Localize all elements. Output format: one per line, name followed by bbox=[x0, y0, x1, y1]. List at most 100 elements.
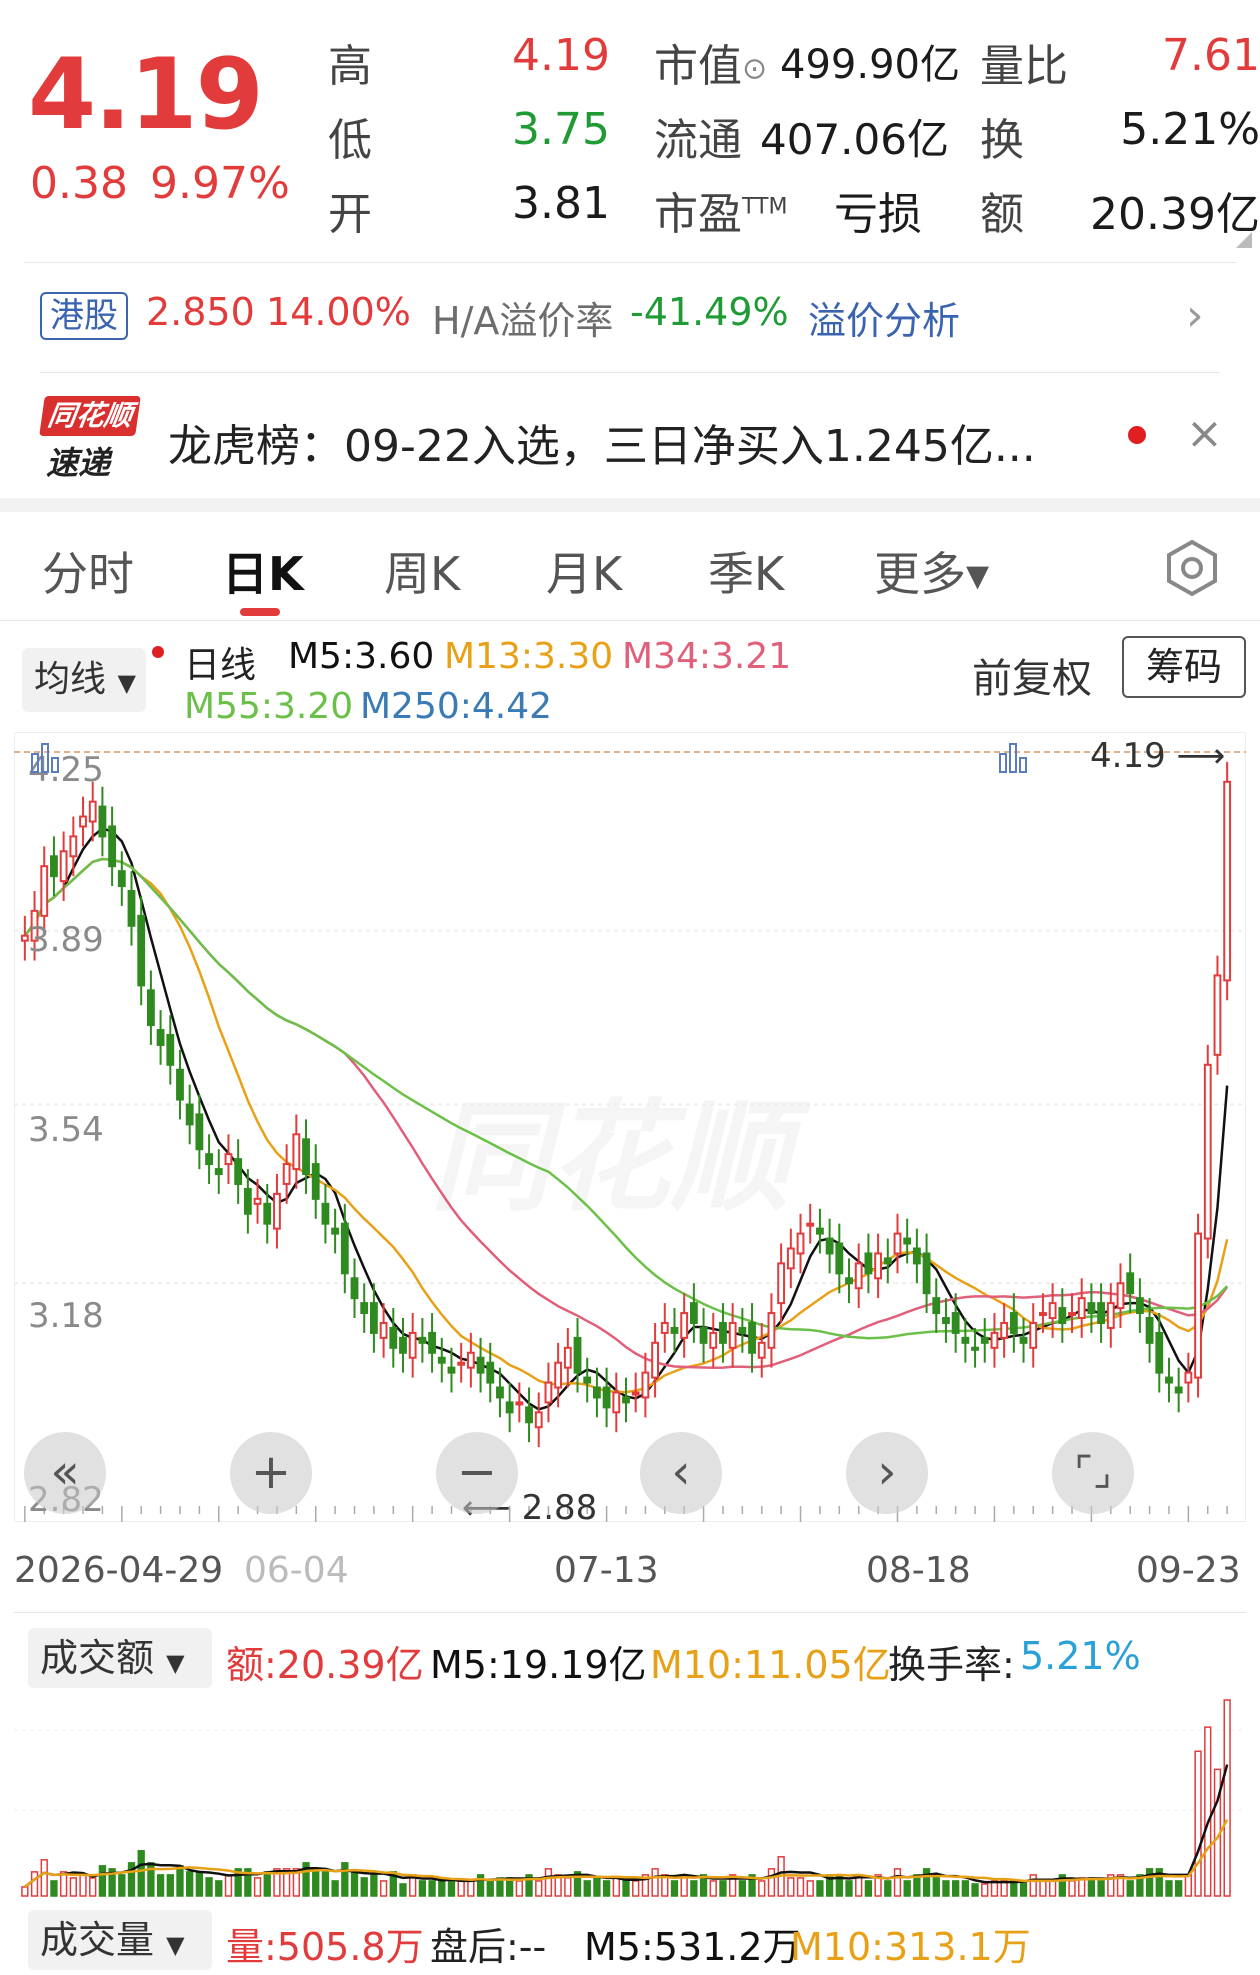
candle-body bbox=[728, 1321, 737, 1349]
candle-body bbox=[1165, 1376, 1173, 1384]
volume-bar bbox=[1184, 1874, 1193, 1897]
chips-button[interactable]: 筹码 bbox=[1122, 636, 1246, 698]
candle-body bbox=[408, 1331, 417, 1359]
active-tab-indicator bbox=[240, 608, 280, 616]
turnover-rate-label: 换手率: bbox=[888, 1643, 1015, 1687]
mktcap-label[interactable]: 市值⊙ bbox=[654, 30, 767, 94]
volume-bar bbox=[971, 1883, 979, 1897]
candle-body bbox=[1097, 1302, 1106, 1324]
tab-monthly-k[interactable]: 月K bbox=[546, 538, 622, 604]
close-icon[interactable]: × bbox=[1186, 408, 1223, 459]
settings-hexagon-icon[interactable] bbox=[1162, 538, 1222, 598]
candle-body bbox=[379, 1321, 388, 1339]
open-value: 3.81 bbox=[512, 178, 610, 229]
tab-daily-k[interactable]: 日K bbox=[222, 538, 304, 604]
volume-ma10-line bbox=[24, 1819, 1229, 1888]
volume-bar bbox=[205, 1877, 213, 1897]
volume-bar bbox=[1145, 1868, 1154, 1897]
volume-bar bbox=[651, 1868, 659, 1897]
candle-body bbox=[389, 1326, 398, 1349]
chevron-right-icon[interactable]: › bbox=[1186, 290, 1204, 341]
y-tick: 3.18 bbox=[28, 1296, 104, 1336]
candle-body bbox=[602, 1386, 611, 1409]
candle-body bbox=[1145, 1317, 1154, 1344]
rewind-icon[interactable]: « bbox=[24, 1432, 106, 1514]
candle-body bbox=[156, 1029, 165, 1046]
bar-chart-icon[interactable] bbox=[28, 740, 62, 774]
prev-icon[interactable]: ‹ bbox=[640, 1432, 722, 1514]
volume-bar bbox=[1087, 1877, 1096, 1897]
candle-body bbox=[243, 1187, 252, 1215]
volume-chart[interactable] bbox=[14, 1690, 1246, 1898]
turnover-value: 5.21% bbox=[1120, 104, 1260, 155]
volume-bar bbox=[816, 1880, 824, 1897]
indicator-select[interactable]: 均线 ▼ bbox=[22, 648, 146, 712]
tab-weekly-k[interactable]: 周K bbox=[384, 538, 460, 604]
candle-body bbox=[447, 1366, 456, 1374]
candle-body bbox=[292, 1133, 301, 1171]
volume-bar bbox=[622, 1880, 630, 1897]
volume-bar bbox=[69, 1877, 77, 1897]
volume-bar bbox=[438, 1880, 446, 1897]
candle-body bbox=[825, 1237, 834, 1255]
volume-bar bbox=[263, 1871, 271, 1897]
fullscreen-icon[interactable]: ⌜⌟ bbox=[1052, 1432, 1134, 1514]
volume-bar bbox=[952, 1880, 960, 1897]
candle-body bbox=[593, 1386, 601, 1399]
next-icon[interactable]: › bbox=[846, 1432, 928, 1514]
hk-badge[interactable]: 港股 bbox=[40, 292, 128, 340]
volume-bar bbox=[738, 1880, 747, 1897]
volume-bar bbox=[341, 1862, 349, 1897]
candle-body bbox=[1087, 1302, 1096, 1315]
candle-body bbox=[689, 1302, 698, 1324]
adjust-mode[interactable]: 前复权 bbox=[972, 646, 1092, 704]
premium-value: -41.49% bbox=[630, 290, 789, 334]
candle-body bbox=[893, 1232, 902, 1255]
bar-chart-icon[interactable] bbox=[996, 740, 1030, 774]
candle-body bbox=[418, 1336, 427, 1344]
kline-chart[interactable] bbox=[14, 732, 1246, 1522]
candle-body bbox=[457, 1361, 466, 1366]
candle-body bbox=[748, 1321, 756, 1354]
candle-body bbox=[854, 1262, 863, 1290]
period-label: 日线 bbox=[184, 645, 257, 686]
volratio-value: 7.61 bbox=[1162, 30, 1260, 81]
volume-bar bbox=[903, 1880, 911, 1897]
info-icon[interactable]: ⊙ bbox=[742, 52, 767, 87]
candle-body bbox=[563, 1346, 572, 1369]
volume-indicator-select[interactable]: 成交额 ▼ bbox=[28, 1628, 212, 1688]
candle-body bbox=[311, 1163, 320, 1200]
tab-more[interactable]: 更多▾ bbox=[874, 538, 989, 604]
candle-body bbox=[234, 1158, 243, 1185]
candle-body bbox=[437, 1356, 446, 1364]
candle-body bbox=[117, 870, 126, 888]
tab-quarterly-k[interactable]: 季K bbox=[708, 538, 784, 604]
premium-analysis-link[interactable]: 溢价分析 bbox=[808, 290, 960, 345]
news-headline[interactable]: 龙虎榜：09-22入选，三日净买入1.245亿... bbox=[168, 410, 1036, 474]
candle-body bbox=[20, 934, 29, 942]
candle-body bbox=[166, 1034, 175, 1066]
zoom-in-icon[interactable]: + bbox=[230, 1432, 312, 1514]
dropdown-icon: ▼ bbox=[166, 1931, 185, 1959]
volume-bar bbox=[321, 1871, 330, 1897]
float-label: 流通 bbox=[654, 115, 742, 166]
candle-body bbox=[1135, 1297, 1144, 1315]
pe-label-text: 市盈 bbox=[654, 189, 742, 240]
zoom-out-icon[interactable]: − bbox=[436, 1432, 518, 1514]
candle-body bbox=[980, 1336, 989, 1344]
expand-corner-icon[interactable] bbox=[1236, 232, 1252, 248]
volume-bar bbox=[1029, 1874, 1037, 1897]
volume-bar bbox=[758, 1880, 766, 1897]
candle-body bbox=[845, 1277, 853, 1285]
candle-body bbox=[738, 1326, 747, 1334]
candle-body bbox=[360, 1302, 369, 1315]
volume-bar bbox=[253, 1877, 262, 1897]
volume-bar bbox=[486, 1880, 494, 1897]
volume-bar bbox=[1097, 1880, 1105, 1897]
volume-bar bbox=[1223, 1699, 1231, 1897]
tab-intraday[interactable]: 分时 bbox=[42, 538, 134, 604]
volume-bar bbox=[360, 1877, 368, 1897]
candle-body bbox=[961, 1336, 970, 1344]
low-marker-value: 2.88 bbox=[521, 1488, 598, 1528]
volume-select[interactable]: 成交量 ▼ bbox=[28, 1910, 212, 1970]
